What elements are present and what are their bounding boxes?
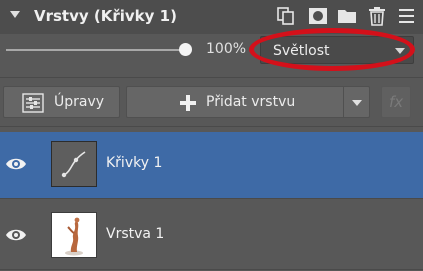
- opacity-slider-track[interactable]: [6, 49, 186, 51]
- collapse-arrow-icon[interactable]: [10, 11, 20, 18]
- chevron-down-icon[interactable]: [352, 100, 362, 106]
- eye-icon[interactable]: [5, 153, 27, 175]
- divider: [0, 269, 423, 270]
- chevron-down-icon: [395, 48, 405, 54]
- panel-header: Vrstvy (Křivky 1): [0, 0, 423, 34]
- statuette-image: [65, 217, 83, 256]
- layer-name[interactable]: Křivky 1: [106, 155, 162, 171]
- add-layer-label: Přidat vrstvu: [206, 94, 296, 110]
- divider: [0, 198, 423, 199]
- panel-title: Vrstvy (Křivky 1): [34, 7, 177, 25]
- fx-label: fx: [389, 93, 404, 111]
- layer-thumbnail: [51, 141, 97, 187]
- menu-icon[interactable]: [396, 6, 418, 26]
- layer-name[interactable]: Vrstva 1: [106, 226, 164, 242]
- layers-panel: Vrstvy (Křivky 1) 100% Světlost Úpravy P…: [0, 0, 423, 271]
- adjustments-button[interactable]: Úpravy: [3, 86, 120, 118]
- layer-thumbnail: [51, 212, 97, 258]
- sliders-icon: [22, 93, 44, 113]
- plus-icon: [180, 95, 196, 111]
- curves-icon: [61, 151, 86, 178]
- folder-icon[interactable]: [336, 6, 358, 26]
- divider: [343, 87, 344, 117]
- blend-mode-label: Světlost: [273, 43, 330, 59]
- blend-mode-dropdown[interactable]: Světlost: [260, 36, 414, 64]
- duplicate-layer-icon[interactable]: [275, 6, 297, 26]
- mask-icon[interactable]: [307, 6, 329, 26]
- trash-icon[interactable]: [366, 6, 388, 26]
- add-layer-button[interactable]: Přidat vrstvu: [126, 86, 370, 118]
- opacity-slider-handle[interactable]: [179, 43, 192, 56]
- opacity-value: 100%: [206, 41, 247, 57]
- layer-effects-button[interactable]: fx: [381, 86, 411, 118]
- layer-row[interactable]: Vrstva 1: [0, 203, 423, 269]
- divider: [0, 77, 423, 78]
- adjustments-label: Úpravy: [54, 94, 105, 110]
- eye-icon[interactable]: [5, 224, 27, 246]
- layer-row[interactable]: Křivky 1: [0, 132, 423, 198]
- divider: [0, 126, 423, 127]
